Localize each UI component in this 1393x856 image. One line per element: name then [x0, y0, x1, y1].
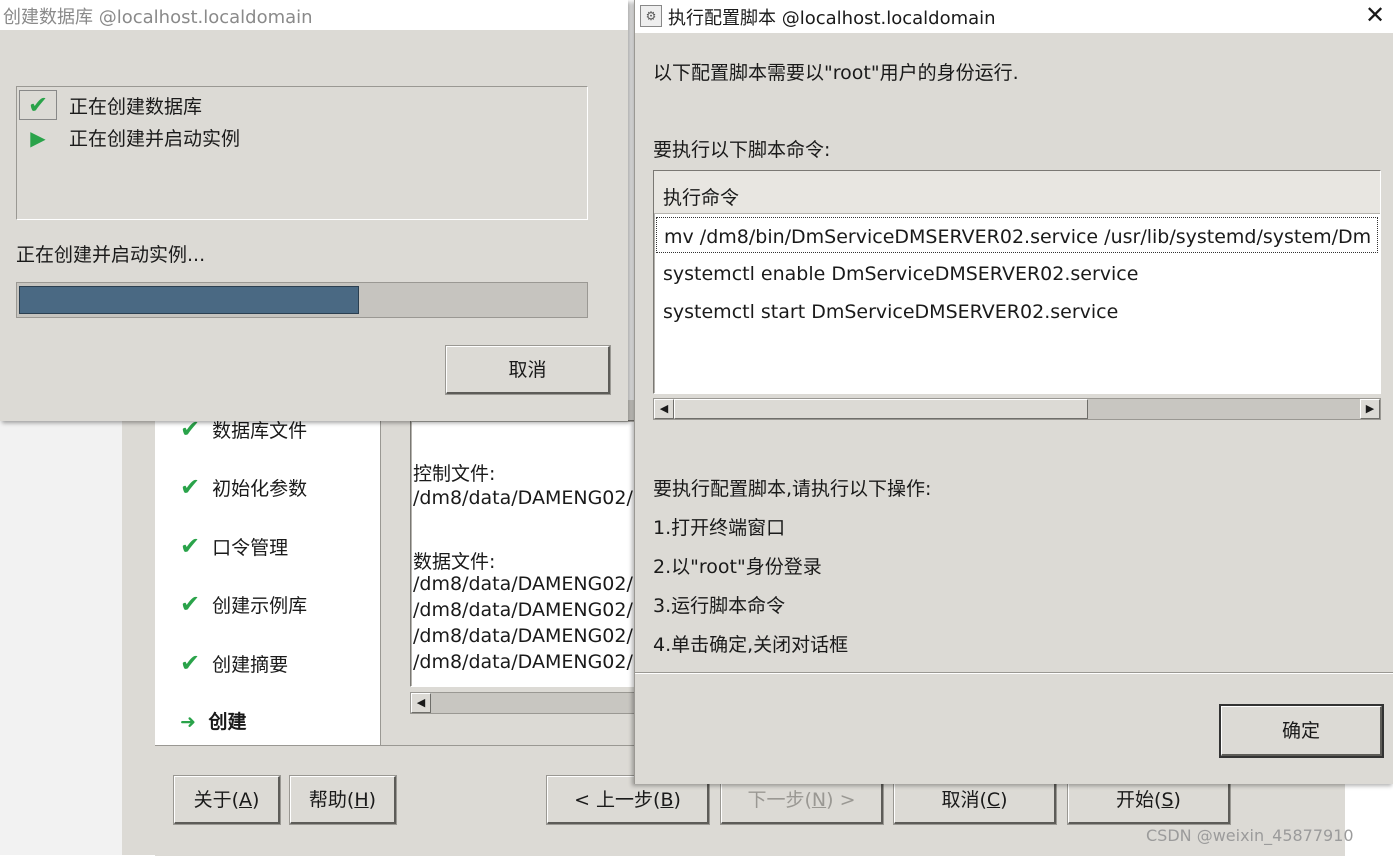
- separator: [635, 672, 1393, 674]
- scroll-left-icon[interactable]: ◀: [411, 693, 431, 713]
- nav-item-password: ✔ 口令管理: [180, 532, 289, 560]
- step-create-instance: ▶ 正在创建并启动实例: [19, 124, 240, 151]
- data-file-path: /dm8/data/DAMENG02/: [413, 625, 633, 647]
- ok-button[interactable]: 确定: [1221, 706, 1382, 756]
- nav-item-summary: ✔ 创建摘要: [180, 649, 289, 677]
- instruction-step: 2.以"root"身份登录: [653, 556, 822, 578]
- script-window: ⚙ 执行配置脚本 @localhost.localdomain ✕ 以下配置脚本…: [634, 0, 1393, 784]
- help-button[interactable]: 帮助(H): [290, 776, 396, 824]
- create-db-window: 创建数据库 @localhost.localdomain ✔ 正在创建数据库 ▶…: [0, 0, 628, 421]
- table-row[interactable]: systemctl enable DmServiceDMSERVER02.ser…: [656, 257, 1378, 293]
- window-title: 执行配置脚本 @localhost.localdomain: [668, 8, 996, 29]
- data-file-path: /dm8/data/DAMENG02/: [413, 599, 633, 621]
- play-icon: ▶: [30, 126, 46, 150]
- nav-item-create: ➜ 创建: [180, 711, 247, 733]
- instruction-step: 1.打开终端窗口: [653, 517, 786, 539]
- step-create-db: ✔ 正在创建数据库: [19, 90, 202, 120]
- app-icon: ⚙: [640, 5, 662, 27]
- wizard-nav-panel: ✔ 数据库文件 ✔ 初始化参数 ✔ 口令管理 ✔ 创建示例库 ✔ 创建摘要 ➜ …: [155, 400, 381, 745]
- background-left-strip: [0, 420, 122, 855]
- scroll-right-icon[interactable]: ▶: [1360, 399, 1380, 419]
- nav-item-sample-db: ✔ 创建示例库: [180, 590, 308, 618]
- data-file-path: /dm8/data/DAMENG02/: [413, 651, 633, 673]
- instructions-title: 要执行配置脚本,请执行以下操作:: [653, 478, 932, 500]
- summary-text-area[interactable]: 控制文件: /dm8/data/DAMENG02/ 数据文件: /dm8/dat…: [410, 420, 642, 687]
- intro-text: 以下配置脚本需要以"root"用户的身份运行.: [653, 62, 1019, 84]
- command-text: mv /dm8/bin/DmServiceDMSERVER02.service …: [664, 226, 1372, 248]
- commands-table: 执行命令 mv /dm8/bin/DmServiceDMSERVER02.ser…: [653, 170, 1381, 394]
- arrow-right-icon: ➜: [180, 711, 196, 733]
- control-file-path: /dm8/data/DAMENG02/: [413, 487, 633, 509]
- instruction-step: 3.运行脚本命令: [653, 595, 786, 617]
- table-header-label: 执行命令: [663, 187, 740, 209]
- window-title: 创建数据库 @localhost.localdomain: [3, 7, 313, 28]
- data-file-path: /dm8/data/DAMENG02/: [413, 573, 633, 595]
- data-file-label: 数据文件:: [413, 551, 496, 573]
- control-file-label: 控制文件:: [413, 463, 496, 485]
- check-icon: ✔: [180, 649, 201, 677]
- nav-item-init-params: ✔ 初始化参数: [180, 473, 308, 501]
- steps-list: ✔ 正在创建数据库 ▶ 正在创建并启动实例: [16, 86, 588, 220]
- table-row[interactable]: mv /dm8/bin/DmServiceDMSERVER02.service …: [656, 217, 1378, 253]
- command-text: systemctl start DmServiceDMSERVER02.serv…: [663, 301, 1119, 323]
- commands-label: 要执行以下脚本命令:: [653, 139, 831, 161]
- table-header[interactable]: 执行命令: [654, 171, 1380, 214]
- progress-fill: [19, 286, 359, 314]
- progress-bar: [16, 282, 588, 318]
- status-text: 正在创建并启动实例...: [16, 244, 206, 266]
- summary-hscrollbar[interactable]: ◀: [410, 692, 637, 714]
- check-icon: ✔: [180, 532, 201, 560]
- command-text: systemctl enable DmServiceDMSERVER02.ser…: [663, 263, 1139, 285]
- scroll-thumb[interactable]: [674, 399, 1088, 419]
- script-titlebar[interactable]: ⚙ 执行配置脚本 @localhost.localdomain ✕: [635, 0, 1393, 33]
- check-icon: ✔: [180, 473, 201, 501]
- create-db-titlebar[interactable]: 创建数据库 @localhost.localdomain: [0, 0, 628, 30]
- close-icon[interactable]: ✕: [1365, 2, 1385, 28]
- watermark: CSDN @weixin_45877910: [1146, 826, 1354, 845]
- scroll-left-icon[interactable]: ◀: [654, 399, 674, 419]
- check-icon: ✔: [180, 590, 201, 618]
- about-button[interactable]: 关于(A): [174, 776, 280, 824]
- check-icon: ✔: [19, 90, 57, 120]
- create-db-cancel-button[interactable]: 取消: [446, 346, 610, 394]
- table-row[interactable]: systemctl start DmServiceDMSERVER02.serv…: [656, 295, 1378, 331]
- instruction-step: 4.单击确定,关闭对话框: [653, 634, 849, 656]
- commands-hscrollbar[interactable]: ◀ ▶: [653, 398, 1381, 420]
